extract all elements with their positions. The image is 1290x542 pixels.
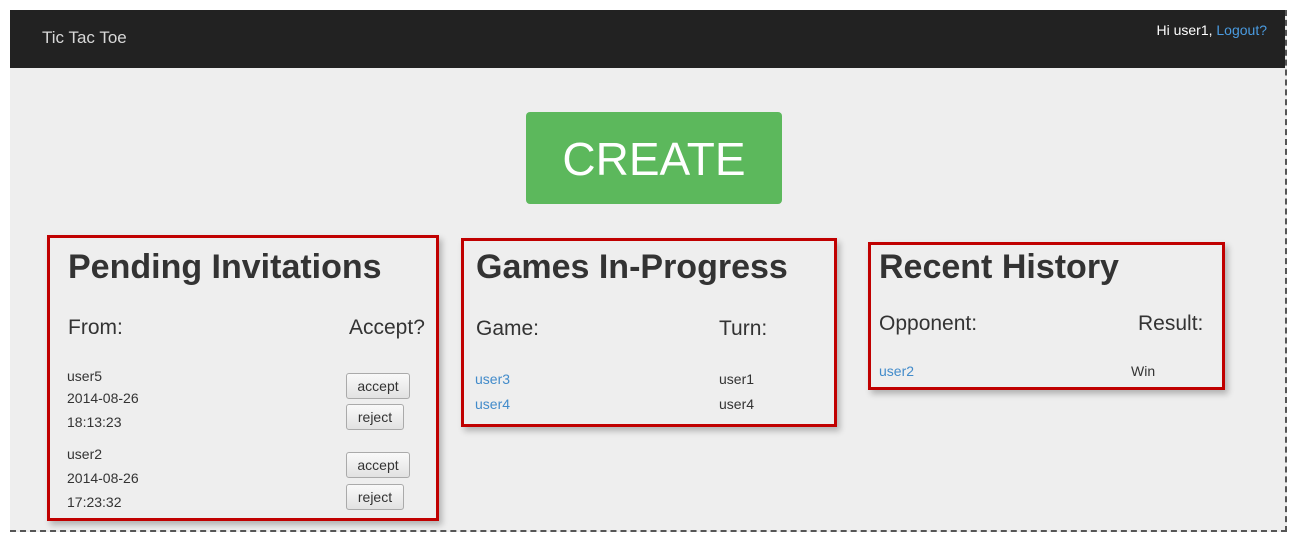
pending-invitations-title: Pending Invitations bbox=[68, 248, 382, 286]
opponent-column-header: Opponent: bbox=[879, 312, 978, 335]
recent-history-panel: Recent History Opponent: Result: user2 W… bbox=[868, 242, 1225, 390]
invitation-from-user: user2 bbox=[67, 446, 103, 462]
game-column-header: Game: bbox=[476, 317, 540, 340]
reject-button[interactable]: reject bbox=[346, 404, 404, 430]
accept-button[interactable]: accept bbox=[346, 373, 410, 399]
app-frame: Tic Tac Toe Hi user1, Logout? CREATE Pen… bbox=[10, 10, 1287, 532]
game-link[interactable]: user4 bbox=[475, 393, 510, 415]
invitation-time: 18:13:23 bbox=[67, 414, 122, 430]
invitation-from-user: user5 bbox=[67, 368, 103, 384]
games-in-progress-title: Games In-Progress bbox=[476, 248, 788, 286]
game-turn: user4 bbox=[719, 396, 755, 412]
accept-button[interactable]: accept bbox=[346, 452, 410, 478]
create-game-button[interactable]: CREATE bbox=[526, 112, 782, 204]
result-column-header: Result: bbox=[1138, 312, 1204, 335]
recent-history-title: Recent History bbox=[879, 248, 1119, 286]
reject-button[interactable]: reject bbox=[346, 484, 404, 510]
accept-column-header: Accept? bbox=[349, 316, 425, 339]
game-link[interactable]: user3 bbox=[475, 368, 510, 390]
from-column-header: From: bbox=[68, 316, 123, 339]
turn-column-header: Turn: bbox=[719, 317, 768, 340]
logout-link[interactable]: Logout? bbox=[1216, 22, 1267, 38]
invitation-date: 2014-08-26 bbox=[67, 470, 139, 486]
pending-invitations-panel: Pending Invitations From: Accept? user5 … bbox=[47, 235, 439, 521]
invitation-date: 2014-08-26 bbox=[67, 390, 139, 406]
game-result: Win bbox=[1131, 363, 1156, 379]
games-in-progress-panel: Games In-Progress Game: Turn: user3 user… bbox=[461, 238, 837, 427]
invitation-time: 17:23:32 bbox=[67, 494, 122, 510]
brand-link[interactable]: Tic Tac Toe bbox=[42, 28, 127, 48]
user-area: Hi user1, Logout? bbox=[1156, 22, 1267, 38]
navbar: Tic Tac Toe Hi user1, Logout? bbox=[10, 10, 1285, 68]
greeting-text: Hi user1, bbox=[1156, 22, 1217, 38]
game-turn: user1 bbox=[719, 371, 755, 387]
opponent-link[interactable]: user2 bbox=[879, 360, 914, 382]
